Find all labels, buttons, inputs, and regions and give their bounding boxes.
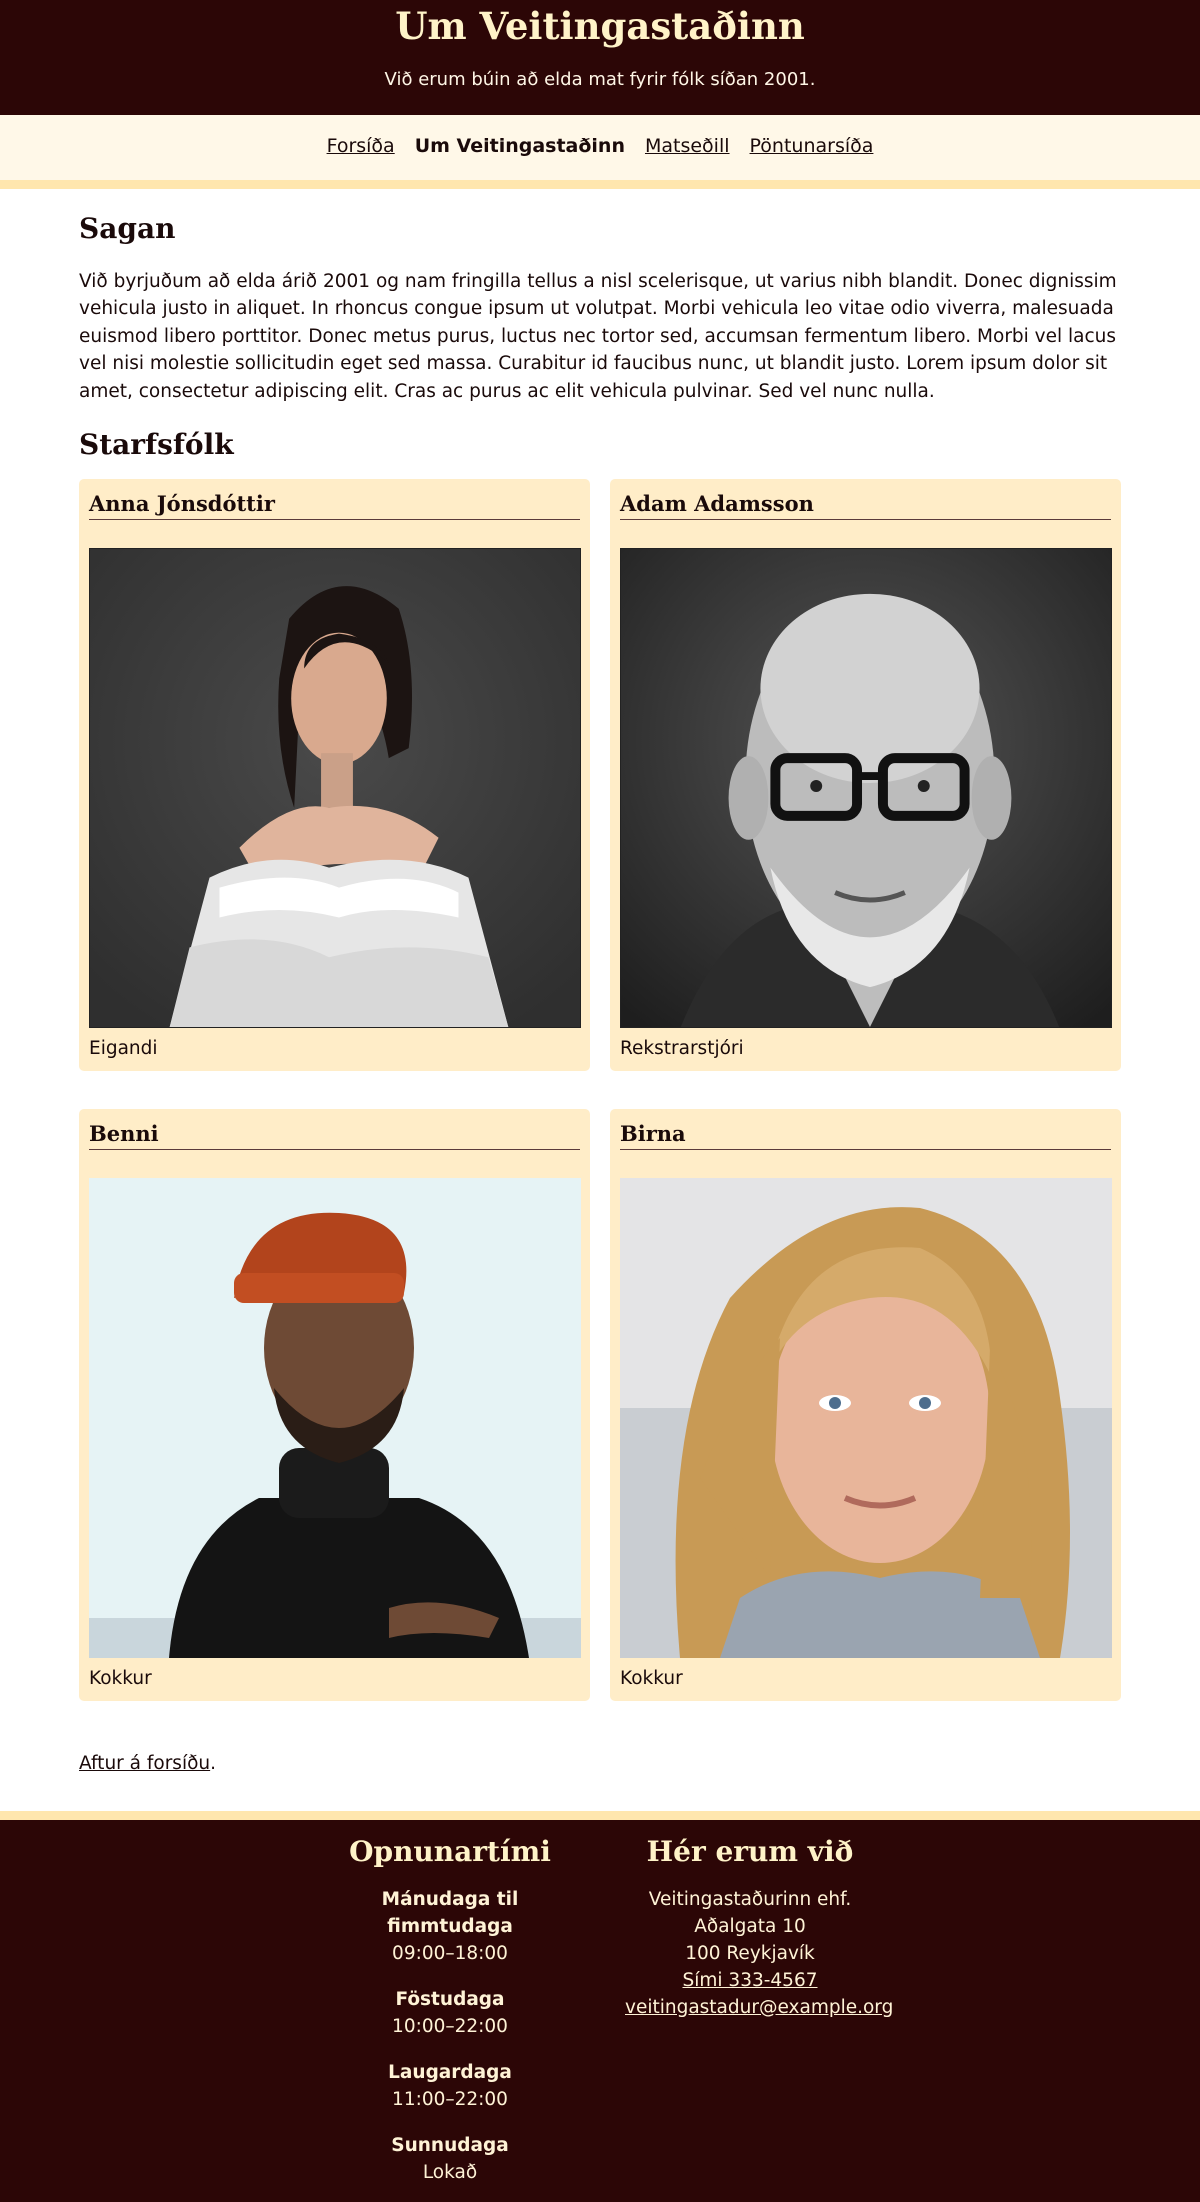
page-subtitle: Við erum búin að elda mat fyrir fólk síð… — [384, 69, 816, 90]
staff-name: Benni — [89, 1119, 580, 1150]
site-header: Um Veitingastaðinn Við erum búin að elda… — [0, 0, 1200, 115]
contact-heading: Hér erum við — [646, 1834, 854, 1868]
back-link-paragraph: Aftur á forsíðu. — [79, 1751, 1121, 1811]
staff-card: Adam Adamsson Rekstrarstjóri — [610, 478, 1121, 1071]
nav-link-order[interactable]: Pöntunarsíða — [750, 133, 874, 161]
staff-card: Benni Kokkur — [79, 1108, 590, 1701]
nav-link-menu[interactable]: Matseðill — [645, 133, 730, 161]
main-nav: Forsíða Um Veitingastaðinn Matseðill Pön… — [0, 115, 1200, 189]
hours-day: Laugardaga — [388, 2061, 512, 2083]
contact-address: Veitingastaðurinn ehf. Aðalgata 10 100 R… — [625, 1886, 893, 2021]
back-link-suffix: . — [210, 1752, 217, 1774]
staff-photo — [620, 1177, 1112, 1658]
staff-photo — [89, 1177, 581, 1658]
staff-role: Rekstrarstjóri — [620, 1037, 744, 1059]
hours-time: 11:00–22:00 — [392, 2088, 508, 2110]
staff-grid: Anna Jónsdóttir Eigandi Adam Adamsson Re… — [79, 478, 1121, 1701]
email-link[interactable]: veitingastadur@example.org — [625, 1997, 893, 2018]
site-footer: Opnunartími Mánudaga til fimmtudaga 09:0… — [0, 1810, 1200, 2202]
staff-photo — [620, 547, 1112, 1028]
opening-hours: Opnunartími Mánudaga til fimmtudaga 09:0… — [325, 1830, 575, 2202]
staff-role: Kokkur — [89, 1667, 152, 1689]
section-heading-staff: Starfsfólk — [79, 428, 234, 462]
hours-day: Sunnudaga — [391, 2134, 509, 2156]
staff-role: Kokkur — [620, 1667, 683, 1689]
staff-role: Eigandi — [89, 1037, 158, 1059]
opening-hours-list: Mánudaga til fimmtudaga 09:00–18:00 Föst… — [325, 1886, 575, 2186]
hours-time: 09:00–18:00 — [392, 1942, 508, 1964]
hours-day: Mánudaga til fimmtudaga — [381, 1888, 519, 1937]
staff-card: Birna Kokkur — [610, 1108, 1121, 1701]
staff-card: Anna Jónsdóttir Eigandi — [79, 478, 590, 1071]
contact-info: Hér erum við Veitingastaðurinn ehf. Aðal… — [625, 1830, 893, 2202]
staff-name: Anna Jónsdóttir — [89, 489, 580, 520]
street-address: Aðalgata 10 — [694, 1915, 806, 1937]
main-content: Sagan Við byrjuðum að elda árið 2001 og … — [79, 209, 1121, 1811]
staff-photo — [89, 547, 581, 1028]
back-to-home-link[interactable]: Aftur á forsíðu — [79, 1753, 210, 1774]
staff-name: Birna — [620, 1119, 1111, 1150]
city: 100 Reykjavík — [685, 1942, 815, 1964]
company-name: Veitingastaðurinn ehf. — [648, 1888, 852, 1910]
hours-time: Lokað — [422, 2161, 478, 2183]
section-heading-saga: Sagan — [79, 212, 176, 245]
phone-link[interactable]: Sími 333-4567 — [683, 1970, 818, 1991]
page-title: Um Veitingastaðinn — [395, 4, 805, 48]
nav-link-home[interactable]: Forsíða — [327, 133, 395, 161]
nav-item-about-current: Um Veitingastaðinn — [414, 134, 625, 157]
staff-name: Adam Adamsson — [620, 489, 1111, 520]
hours-day: Föstudaga — [395, 1988, 505, 2010]
hours-time: 10:00–22:00 — [392, 2015, 508, 2037]
opening-hours-heading: Opnunartími — [349, 1834, 551, 1868]
saga-paragraph: Við byrjuðum að elda árið 2001 og nam fr… — [79, 270, 1117, 402]
